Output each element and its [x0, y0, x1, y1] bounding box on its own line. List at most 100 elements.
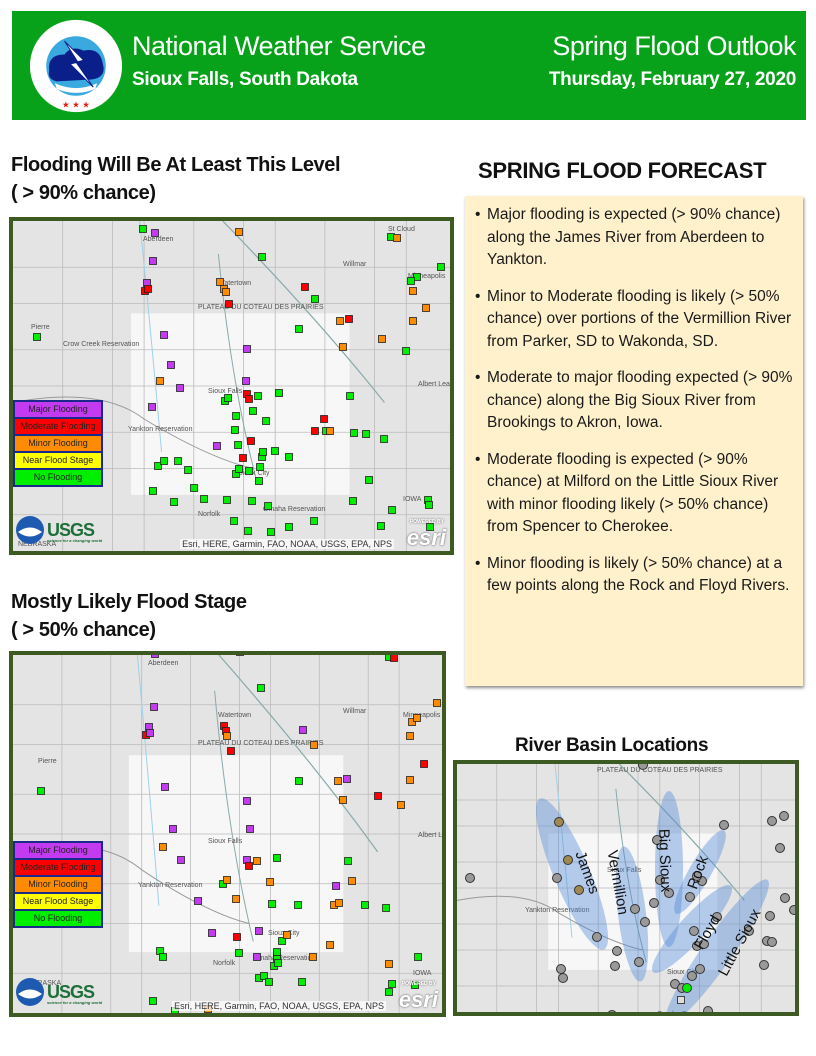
gauge-marker	[687, 971, 697, 981]
gauge-marker	[159, 953, 167, 961]
gauge-marker	[216, 278, 224, 286]
forecast-title: SPRING FLOOD FORECAST	[478, 158, 767, 183]
gauge-marker	[563, 855, 573, 865]
legend-item: Moderate Flooding	[15, 860, 101, 877]
place-label: IOWA	[413, 970, 432, 977]
gauge-marker	[326, 941, 334, 949]
map-basemap: Aberdeen Willmar Minneapolis Watertown Pierr…	[13, 655, 442, 1013]
place-label: Sioux Falls	[208, 838, 243, 845]
river-basin-map[interactable]: Yankton Reservation Sioux Falls Sioux City…	[453, 760, 799, 1016]
gauge-marker	[695, 964, 705, 974]
gauge-marker	[310, 517, 318, 525]
esri-powered-text: POWERED BY	[409, 519, 444, 525]
gauge-marker	[759, 960, 769, 970]
gauge-marker	[194, 897, 202, 905]
gauge-marker	[437, 263, 445, 271]
gauge-marker	[346, 392, 354, 400]
gauge-marker	[422, 304, 430, 312]
gauge-marker	[169, 825, 177, 833]
gauge-marker	[170, 498, 178, 506]
flood-map-50[interactable]: Aberdeen Willmar Minneapolis Watertown Pierr…	[9, 651, 446, 1017]
office-location: Sioux Falls, South Dakota	[132, 69, 358, 90]
gauge-marker	[409, 287, 417, 295]
flood-legend: Major Flooding Moderate Flooding Minor Flo…	[13, 841, 103, 928]
place-label: St Cloud	[388, 226, 415, 233]
gauge-marker	[425, 501, 433, 509]
forecast-item: • Moderate flooding is expected (> 90% ch…	[475, 449, 793, 539]
gauge-marker	[245, 862, 253, 870]
gauge-marker	[612, 946, 622, 956]
gauge-marker	[235, 228, 243, 236]
legend-item: Moderate Flooding	[15, 419, 101, 436]
gauge-marker	[765, 911, 775, 921]
gauge-marker	[255, 927, 263, 935]
gauge-marker	[558, 973, 568, 983]
place-label: Crow Creek Reservation	[63, 341, 139, 348]
gauge-marker	[703, 1006, 713, 1012]
gauge-marker	[309, 953, 317, 961]
legend-item: No Flooding	[15, 911, 101, 926]
gauge-marker	[235, 465, 243, 473]
gauge-marker	[610, 961, 620, 971]
gauge-marker	[253, 953, 261, 961]
forecast-item: • Minor to Moderate flooding is likely (>…	[475, 286, 793, 354]
usgs-logo: USGS science for a changing world	[47, 982, 102, 1005]
gauge-marker	[413, 714, 421, 722]
gauge-marker	[146, 729, 154, 737]
gauge-marker	[245, 467, 253, 475]
gauge-marker	[378, 335, 386, 343]
gauge-marker	[682, 983, 692, 993]
gauge-marker	[407, 277, 415, 285]
gauge-marker	[295, 777, 303, 785]
gauge-marker	[149, 257, 157, 265]
place-label: IOWA	[403, 496, 422, 503]
legend-item: Minor Flooding	[15, 436, 101, 453]
basin-region	[128, 755, 344, 953]
organization-name: National Weather Service	[132, 31, 426, 61]
bullet-icon: •	[475, 369, 481, 386]
gauge-marker	[349, 497, 357, 505]
gauge-marker	[719, 820, 729, 830]
gauge-marker	[320, 415, 328, 423]
place-label: Aberdeen	[148, 660, 178, 667]
gauge-marker	[139, 225, 147, 233]
place-label: Norfolk	[198, 511, 221, 518]
gauge-marker	[223, 496, 231, 504]
gauge-marker	[350, 429, 358, 437]
gauge-marker	[161, 783, 169, 791]
gauge-marker	[160, 331, 168, 339]
gauge-marker	[151, 229, 159, 237]
usgs-logo-text: USGS	[47, 520, 95, 540]
gauge-marker	[393, 234, 401, 242]
gauge-marker	[264, 502, 272, 510]
forecast-item: • Minor flooding is likely (> 50% chance)…	[475, 553, 793, 598]
gauge-marker	[244, 527, 252, 535]
gauge-marker	[266, 878, 274, 886]
gauge-marker	[265, 978, 273, 986]
basin-label-big-sioux: Big Sioux	[655, 828, 675, 893]
gauge-marker	[223, 876, 231, 884]
gauge-marker	[200, 495, 208, 503]
place-label: Minneapolis	[403, 712, 441, 719]
esri-logo: POWERED BY esri	[407, 519, 446, 551]
forecast-item-text: Moderate to major flooding expected (> 9…	[487, 369, 793, 431]
gauge-marker	[258, 253, 266, 261]
gauge-marker	[174, 457, 182, 465]
forecast-item-text: Minor flooding is likely (> 50% chance) …	[487, 554, 790, 595]
gauge-marker	[239, 454, 247, 462]
map-50-title: Mostly Likely Flood Stage ( > 50% chance…	[11, 588, 247, 644]
gauge-marker	[385, 988, 393, 996]
gauge-marker	[235, 949, 243, 957]
place-label: Willmar	[343, 708, 367, 715]
gauge-marker	[156, 377, 164, 385]
gauge-marker	[223, 732, 231, 740]
usgs-tagline: science for a changing world	[47, 1000, 103, 1005]
map-attribution: Esri, HERE, Garmin, FAO, NOAA, USGS, EPA…	[180, 539, 394, 549]
basin-title: River Basin Locations	[515, 735, 709, 756]
map-90-title-line1: Flooding Will Be At Least This Level	[11, 154, 341, 176]
legend-item: Near Flood Stage	[15, 894, 101, 911]
product-title: Spring Flood Outlook	[552, 31, 796, 61]
gauge-marker	[213, 442, 221, 450]
gauge-marker	[177, 856, 185, 864]
flood-map-90[interactable]: Aberdeen St Cloud Willmar Minneapolis Watert…	[9, 217, 454, 555]
